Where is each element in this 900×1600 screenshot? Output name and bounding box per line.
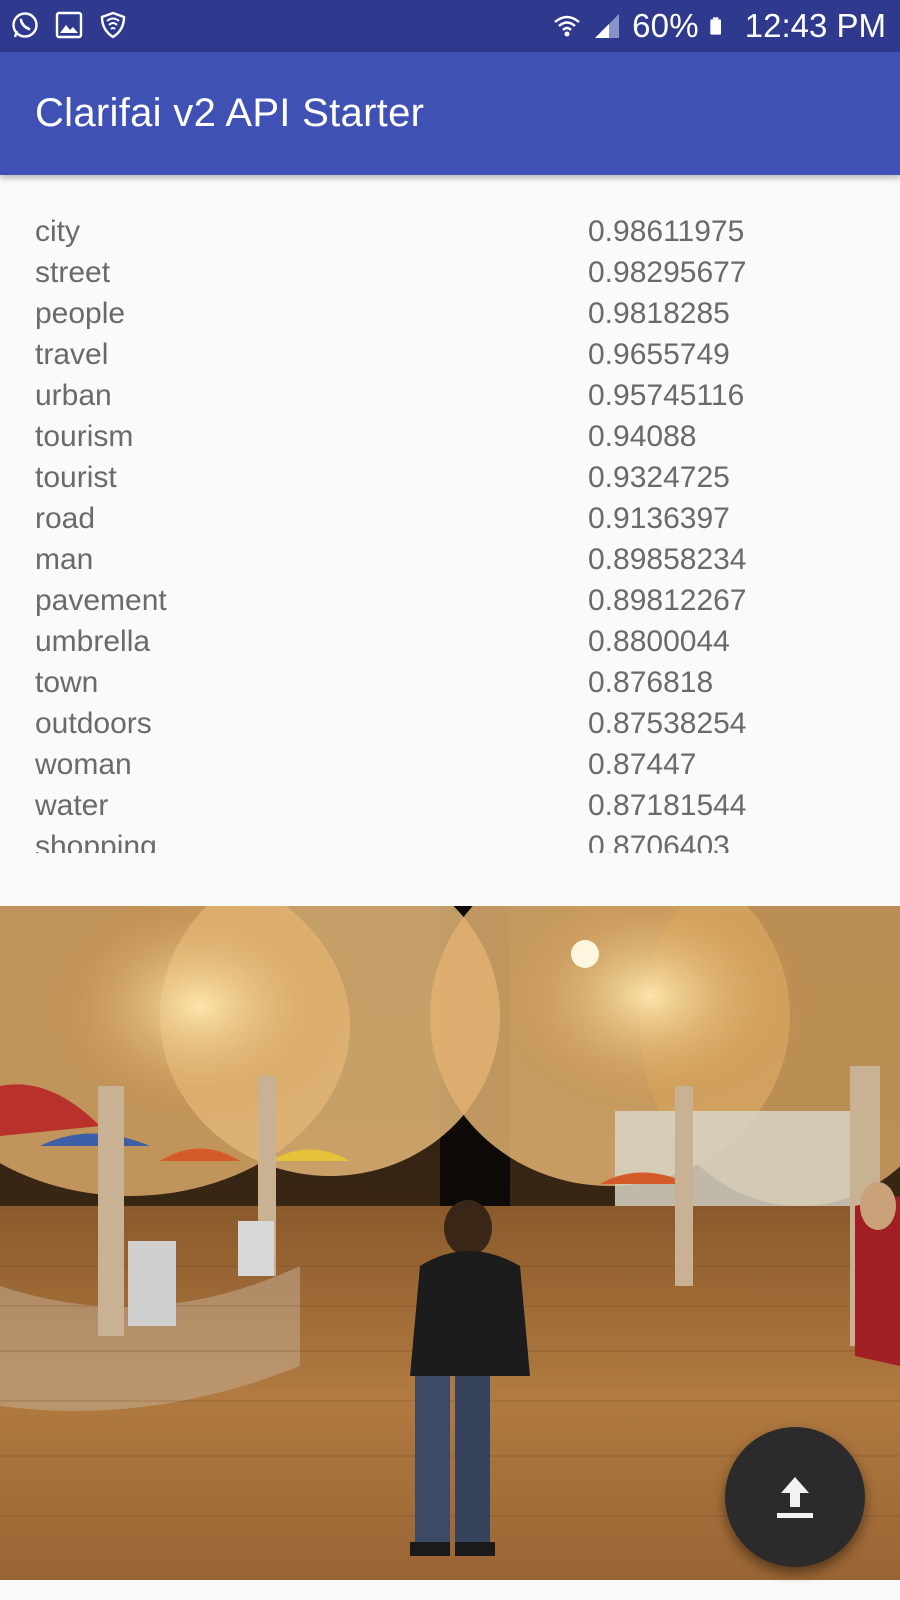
list-item: man 0.89858234	[0, 539, 900, 580]
list-item: people 0.9818285	[0, 293, 900, 334]
concept-name: town	[35, 666, 99, 699]
concept-name: city	[35, 215, 80, 248]
list-item: city 0.98611975	[0, 211, 900, 252]
concept-value: 0.89858234	[588, 543, 747, 576]
concept-name: urban	[35, 379, 112, 412]
list-item: street 0.98295677	[0, 252, 900, 293]
app-bar: Clarifai v2 API Starter	[0, 52, 900, 175]
status-right: 60% 12:43 PM	[552, 6, 886, 46]
list-item: road 0.9136397	[0, 498, 900, 539]
wifi-icon	[554, 15, 580, 37]
concept-name: pavement	[35, 584, 167, 617]
concept-name: street	[35, 256, 111, 289]
list-item: pavement 0.89812267	[0, 580, 900, 621]
status-bar: 60% 12:43 PM	[0, 0, 900, 52]
concept-value: 0.9324725	[588, 461, 730, 494]
gallery-icon	[55, 11, 83, 39]
status-time: 12:43 PM	[744, 7, 886, 44]
app-title: Clarifai v2 API Starter	[35, 91, 425, 135]
concept-value: 0.8800044	[588, 625, 730, 658]
concept-name: umbrella	[35, 625, 151, 658]
battery-percentage: 60%	[632, 7, 699, 44]
list-item: woman 0.87447	[0, 744, 900, 785]
upload-button[interactable]	[725, 1427, 865, 1567]
list-item: water 0.87181544	[0, 785, 900, 826]
concept-name: people	[35, 297, 126, 330]
concept-value: 0.87181544	[588, 789, 747, 822]
concept-value: 0.87447	[588, 748, 697, 781]
shield-icon	[100, 11, 126, 39]
battery-icon	[710, 17, 721, 35]
concept-name: tourist	[35, 461, 117, 494]
results-list[interactable]: city 0.98611975 street 0.98295677 people…	[0, 175, 900, 853]
concept-value: 0.9136397	[588, 502, 730, 535]
concept-value: 0.94088	[588, 420, 697, 453]
list-item: tourism 0.94088	[0, 416, 900, 457]
list-item: outdoors 0.87538254	[0, 703, 900, 744]
concept-value: 0.87538254	[588, 707, 747, 740]
concept-name: shopping	[35, 830, 157, 853]
concept-value: 0.9655749	[588, 338, 730, 371]
concept-name: water	[35, 789, 109, 822]
concept-value: 0.8706403	[588, 830, 730, 853]
status-left-icons	[10, 10, 128, 40]
list-item: travel 0.9655749	[0, 334, 900, 375]
concept-value: 0.98295677	[588, 256, 747, 289]
concept-value: 0.89812267	[588, 584, 747, 617]
list-item: tourist 0.9324725	[0, 457, 900, 498]
concept-value: 0.98611975	[588, 215, 745, 248]
upload-icon	[777, 1477, 813, 1518]
concept-value: 0.95745116	[588, 379, 745, 412]
concept-name: man	[35, 543, 94, 576]
list-item: shopping 0.8706403	[0, 826, 900, 853]
list-item: town 0.876818	[0, 662, 900, 703]
list-item: umbrella 0.8800044	[0, 621, 900, 662]
concept-name: woman	[35, 748, 132, 781]
concept-name: road	[35, 502, 96, 535]
concept-name: tourism	[35, 420, 134, 453]
whatsapp-icon	[12, 12, 38, 38]
concept-value: 0.876818	[588, 666, 714, 699]
concept-value: 0.9818285	[588, 297, 730, 330]
signal-icon	[595, 14, 620, 38]
concept-name: travel	[35, 338, 109, 371]
concept-name: outdoors	[35, 707, 152, 740]
list-item: urban 0.95745116	[0, 375, 900, 416]
